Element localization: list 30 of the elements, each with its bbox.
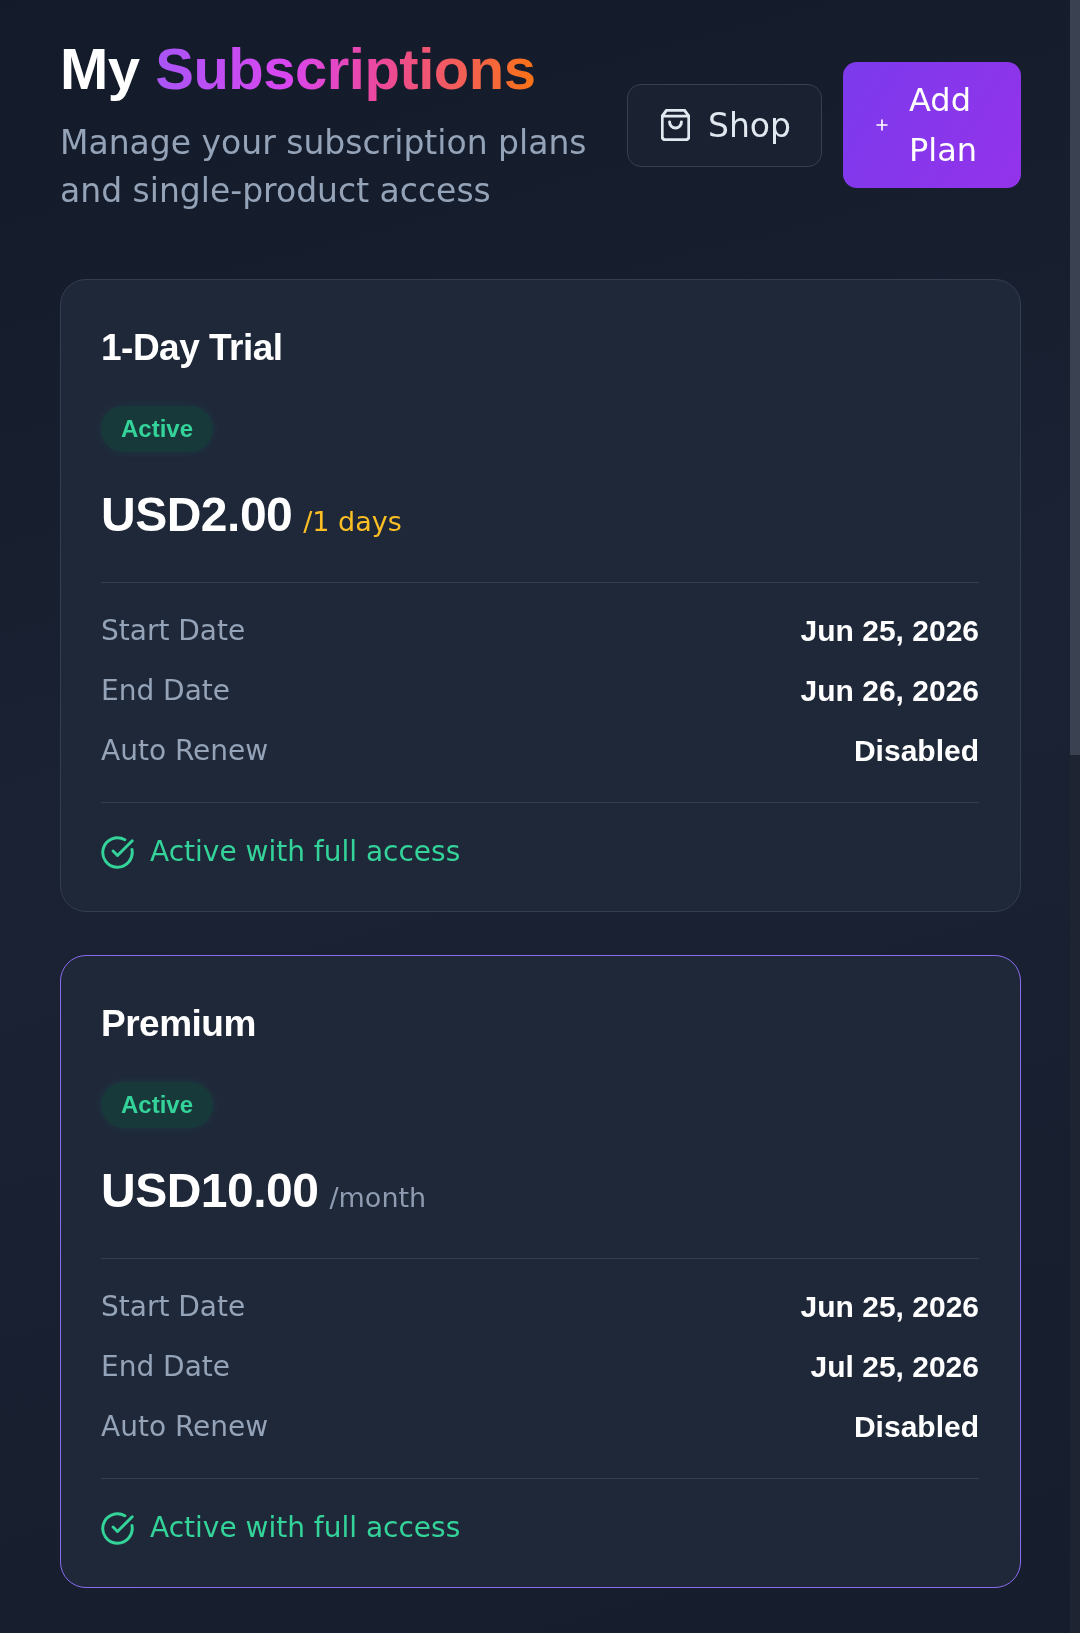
check-circle-icon [101,835,134,869]
detail-value: Jun 25, 2026 [800,613,979,649]
billing-period: /1 days [303,505,402,539]
plan-price: USD10.00 [101,1163,319,1219]
detail-label: Start Date [101,1289,246,1325]
status-badge: Active [101,406,214,452]
detail-label: End Date [101,1349,231,1385]
detail-label: Auto Renew [101,1409,269,1445]
access-status-text: Active with full access [150,834,461,870]
plan-price: USD2.00 [101,487,293,543]
detail-value: Disabled [853,733,979,769]
plan-name: Premium [101,1002,257,1046]
billing-period: /month [329,1181,427,1215]
status-badge: Active [101,1082,214,1128]
shop-button[interactable]: Shop [627,83,822,167]
detail-value: Jun 25, 2026 [800,1289,979,1325]
detail-label: Auto Renew [101,733,269,769]
detail-value: Jul 25, 2026 [810,1349,979,1385]
detail-label: End Date [101,673,231,709]
shopping-bag-icon [661,109,690,141]
check-circle-icon [101,1511,134,1545]
detail-value: Jun 26, 2026 [800,673,979,709]
detail-value: Disabled [853,1409,979,1445]
plan-name: 1-Day Trial [101,326,284,370]
page-subtitle: Manage your subscription plans and single-product access [60,122,588,212]
plus-icon [876,119,888,131]
access-status-text: Active with full access [150,1510,461,1546]
add-plan-button[interactable]: Add Plan [843,62,1021,188]
detail-label: Start Date [101,613,246,649]
scrollbar-thumb[interactable] [1070,0,1080,755]
